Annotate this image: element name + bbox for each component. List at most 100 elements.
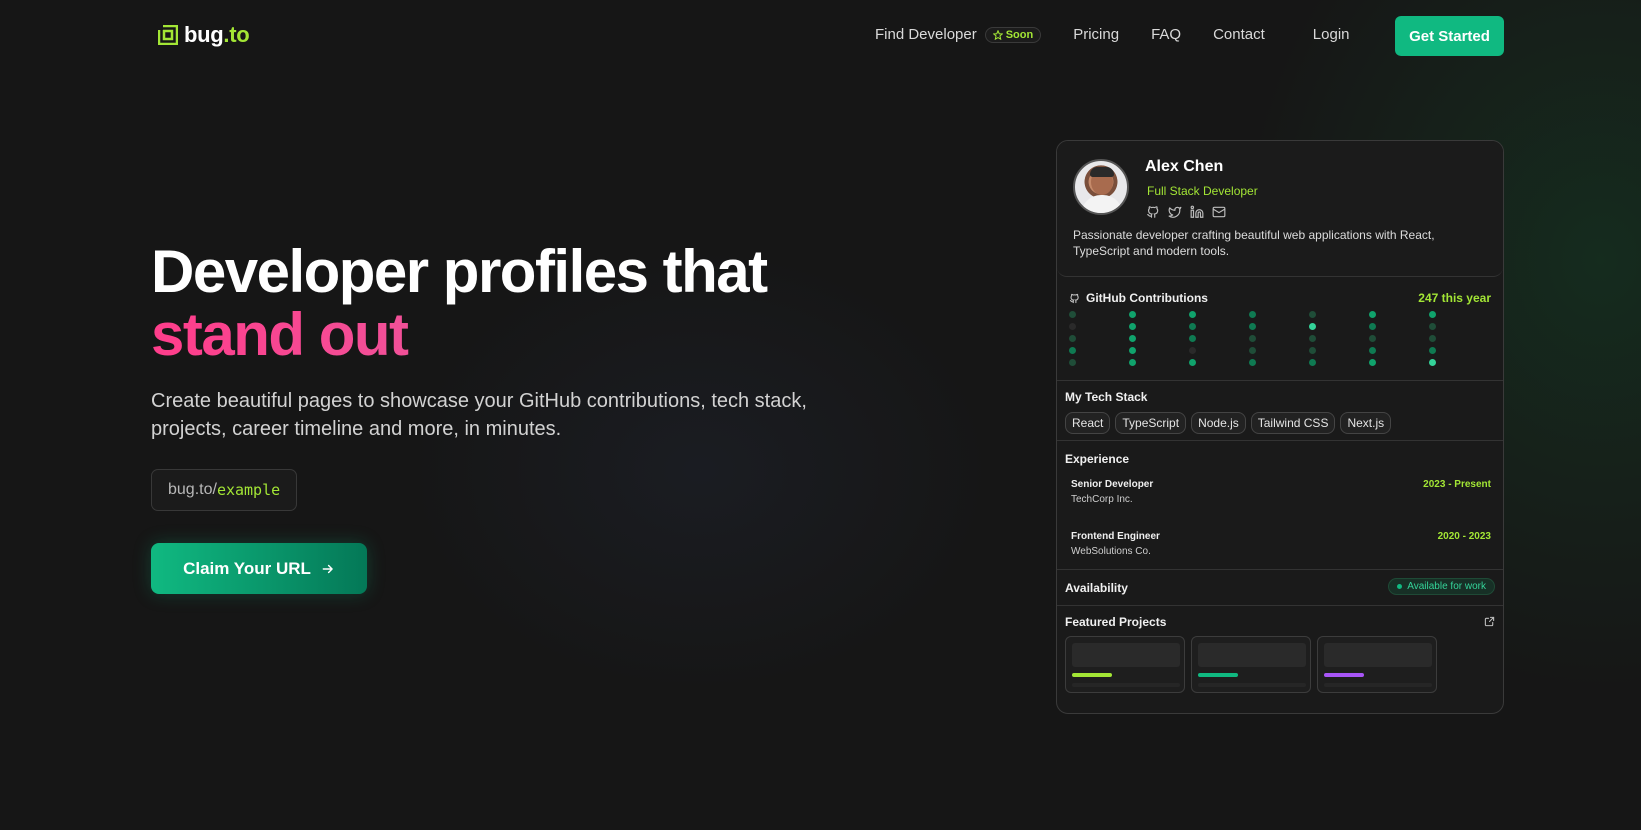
hero-title: Developer profiles that stand out [151,238,768,366]
job-company: WebSolutions Co. [1071,546,1151,557]
project-thumbnail [1324,643,1432,667]
brand-logo[interactable]: bug.to [158,22,250,48]
tech-pill: Next.js [1340,412,1392,434]
claim-url-label: Claim Your URL [183,558,311,578]
project-placeholder-line [1198,683,1306,687]
availability-badge: Available for work [1388,578,1495,595]
tech-stack-section: My Tech Stack React TypeScript Node.js T… [1057,381,1503,441]
contribution-cell [1369,347,1376,354]
contribution-cell [1129,359,1136,366]
contributions-count: 247 this year [1418,291,1491,305]
job-item: Frontend Engineer WebSolutions Co. 2020 … [1071,531,1491,557]
contribution-cell [1069,311,1076,318]
contributions-title-label: GitHub Contributions [1086,291,1208,305]
github-icon[interactable] [1146,205,1160,219]
nav-find-developer[interactable]: Find Developer Soon [875,26,1042,43]
social-links [1146,205,1226,219]
claim-url-button[interactable]: Claim Your URL [151,543,367,594]
job-dates: 2023 - Present [1423,479,1491,490]
tech-pill: Tailwind CSS [1250,412,1336,434]
tech-pill: React [1065,412,1111,434]
contribution-cell [1249,347,1256,354]
project-thumbnail [1198,643,1306,667]
tech-stack-list: React TypeScript Node.js Tailwind CSS Ne… [1065,412,1392,434]
contribution-cell [1369,335,1376,342]
contribution-cell [1429,359,1436,366]
availability-status: Available for work [1407,581,1486,592]
contribution-cell [1429,311,1436,318]
profile-role: Full Stack Developer [1147,184,1258,198]
contribution-cell [1369,311,1376,318]
nav-find-developer-label: Find Developer [875,26,977,43]
project-placeholder-line [1324,683,1432,687]
hero-title-accent: stand out [151,303,767,366]
contribution-cell [1069,335,1076,342]
hero-title-line: Developer profiles that [151,238,768,305]
tech-pill: TypeScript [1115,412,1187,434]
contribution-cell [1189,311,1196,318]
availability-title: Availability [1065,581,1128,595]
contribution-cell [1069,359,1076,366]
top-nav: bug.to Find Developer Soon Pricing FAQ C… [0,0,1641,72]
project-accent-bar [1198,673,1238,677]
job-company: TechCorp Inc. [1071,494,1133,505]
projects-title: Featured Projects [1065,615,1167,629]
contribution-cell [1309,311,1316,318]
contributions-title: GitHub Contributions [1069,291,1208,305]
featured-projects-section: Featured Projects [1057,606,1503,713]
availability-section: Availability Available for work [1057,570,1503,606]
job-dates: 2020 - 2023 [1437,531,1491,542]
contribution-cell [1129,311,1136,318]
contribution-cell [1069,347,1076,354]
contribution-cell [1309,347,1316,354]
contribution-cell [1429,323,1436,330]
project-placeholder-line [1072,683,1180,687]
contribution-cell [1249,311,1256,318]
project-card[interactable] [1065,636,1185,693]
project-accent-bar [1072,673,1112,677]
status-dot [1397,584,1403,589]
contribution-cell [1129,347,1136,354]
contribution-cell [1249,323,1256,330]
nav-links: Find Developer Soon Pricing FAQ Contact … [875,26,1350,43]
project-card[interactable] [1317,636,1437,693]
contribution-cell [1369,323,1376,330]
avatar [1073,159,1129,215]
url-prefix: bug.to/ [168,481,217,498]
external-link-icon[interactable] [1484,616,1495,627]
github-icon [1069,293,1079,303]
soon-badge: Soon [984,26,1042,43]
profile-name: Alex Chen [1145,158,1224,175]
contribution-cell [1129,323,1136,330]
job-item: Senior Developer TechCorp Inc. 2023 - Pr… [1071,479,1491,505]
github-contributions-section: GitHub Contributions 247 this year [1057,277,1503,381]
contribution-cell [1429,347,1436,354]
nav-faq[interactable]: FAQ [1151,26,1181,43]
job-title: Frontend Engineer [1071,531,1160,542]
tech-stack-title: My Tech Stack [1065,390,1148,404]
contribution-cell [1189,323,1196,330]
experience-section: Experience Senior Developer TechCorp Inc… [1057,441,1503,570]
login-link[interactable]: Login [1313,26,1350,43]
project-thumbnail [1072,643,1180,667]
linkedin-icon[interactable] [1190,205,1204,219]
project-card[interactable] [1191,636,1311,693]
contribution-cell [1189,359,1196,366]
mail-icon[interactable] [1212,205,1226,219]
contribution-cell [1189,335,1196,342]
twitter-icon[interactable] [1168,205,1182,219]
profile-bio: Passionate developer crafting beautiful … [1073,228,1435,258]
contribution-cell [1429,335,1436,342]
contribution-cell [1069,323,1076,330]
contribution-cell [1129,335,1136,342]
contribution-cell [1249,335,1256,342]
contribution-cell [1369,359,1376,366]
nav-contact[interactable]: Contact [1213,26,1265,43]
nav-pricing[interactable]: Pricing [1073,26,1119,43]
url-input[interactable]: bug.to/example [151,469,298,511]
contribution-cell [1189,347,1196,354]
contribution-cell [1309,359,1316,366]
logo-mark-icon [158,25,178,45]
get-started-button[interactable]: Get Started [1395,16,1504,56]
contribution-cell [1309,323,1316,330]
